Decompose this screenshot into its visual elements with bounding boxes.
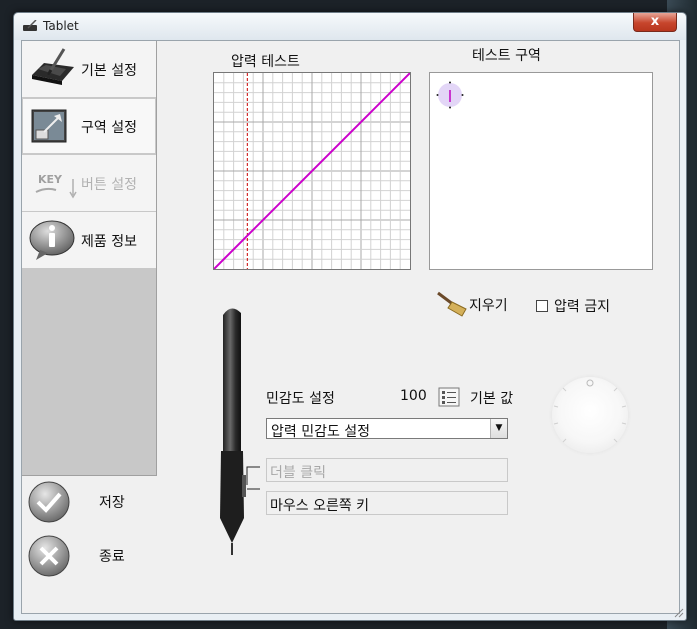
erase-label: 지우기 <box>469 298 508 314</box>
lower-button-value: 마우스 오른쪽 키 <box>270 498 370 514</box>
resize-grip-icon[interactable] <box>672 606 684 618</box>
nav-label-info: 제품 정보 <box>81 234 137 250</box>
info-bubble-icon <box>29 220 75 260</box>
default-value-label: 기본 값 <box>470 391 514 407</box>
nav-area-settings[interactable]: 구역 설정 <box>22 98 156 154</box>
pen-cursor-icon <box>436 81 464 109</box>
tablet-app-icon <box>23 20 37 31</box>
window-client: 기본 설정 구역 설정 KEY 버튼 설정 제품 정보 저장 종료 압력 테스트… <box>21 40 680 614</box>
title-bar[interactable]: Tablet x <box>14 13 686 40</box>
nav-button-settings: KEY 버튼 설정 <box>22 155 156 211</box>
close-icon: x <box>650 14 660 29</box>
lower-button-field[interactable]: 마우스 오른쪽 키 <box>266 491 508 515</box>
nav-basic-settings[interactable]: 기본 설정 <box>22 41 156 97</box>
exit-label: 종료 <box>99 549 125 565</box>
test-area-canvas[interactable] <box>429 72 653 270</box>
save-button[interactable]: 저장 <box>22 477 156 527</box>
exit-button[interactable]: 종료 <box>22 531 156 581</box>
area-mapping-icon <box>31 109 67 143</box>
checklist-icon <box>438 387 460 407</box>
pressure-test-label: 압력 테스트 <box>231 54 300 70</box>
sensitivity-label: 민감도 설정 <box>266 391 335 407</box>
sensitivity-value: 100 <box>400 388 427 404</box>
sidebar: 기본 설정 구역 설정 KEY 버튼 설정 제품 정보 <box>22 41 157 476</box>
disable-pressure-label: 압력 금지 <box>554 299 610 315</box>
nav-product-info[interactable]: 제품 정보 <box>22 212 156 268</box>
erase-button[interactable]: 지우기 <box>436 291 526 317</box>
tablet-pen-icon <box>32 48 74 85</box>
close-button[interactable]: x <box>633 13 677 32</box>
chevron-down-icon[interactable]: ▼ <box>490 419 507 438</box>
svg-text:KEY: KEY <box>38 173 63 186</box>
broom-icon <box>437 291 467 317</box>
upper-button-value: 더블 클릭 <box>270 465 326 481</box>
sensitivity-dropdown[interactable]: 압력 민감도 설정 ▼ <box>266 418 508 440</box>
window-title: Tablet <box>43 19 79 33</box>
nav-label-buttons: 버튼 설정 <box>81 177 137 193</box>
key-button-icon: KEY <box>35 173 77 199</box>
upper-button-field: 더블 클릭 <box>266 458 508 482</box>
stylus-image <box>220 308 260 555</box>
pressure-test-graph <box>213 72 411 270</box>
tablet-window: Tablet x 기본 설정 구역 설정 KEY 버튼 설정 제품 정보 저장 … <box>13 12 687 621</box>
test-area-label: 테스트 구역 <box>472 48 541 64</box>
knob-ticks-icon <box>553 379 627 443</box>
disable-pressure-checkbox[interactable] <box>536 300 548 312</box>
nav-label-basic: 기본 설정 <box>81 63 137 79</box>
save-label: 저장 <box>99 495 125 511</box>
sensitivity-dropdown-value: 압력 민감도 설정 <box>271 424 371 440</box>
close-x-icon <box>28 535 70 577</box>
nav-label-area: 구역 설정 <box>81 120 137 136</box>
default-value-button[interactable]: 기본 값 <box>438 384 528 408</box>
checkmark-icon <box>28 481 70 523</box>
sensitivity-knob[interactable] <box>552 377 628 453</box>
